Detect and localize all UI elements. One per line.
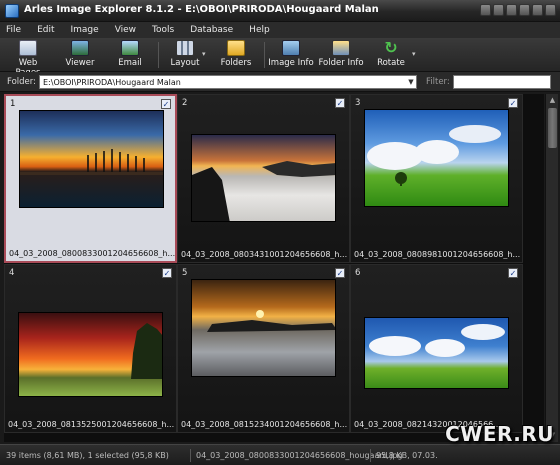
app-icon xyxy=(5,4,19,18)
menu-file[interactable]: File xyxy=(6,25,21,35)
help-window-icon[interactable] xyxy=(480,4,491,16)
status-bar: 39 items (8,61 MB), 1 selected (95,8 KB)… xyxy=(0,444,560,465)
scrollbar-thumb[interactable] xyxy=(548,108,557,148)
layout-label: Layout xyxy=(170,58,200,68)
thumbnail-filename: 04_03_2008_0813525001204656608_h... xyxy=(8,420,174,429)
thumbnail-image xyxy=(19,110,164,208)
folder-info-icon xyxy=(332,40,350,56)
thumbnail-filename: 04_03_2008_0800833001204656608_h... xyxy=(9,249,175,258)
viewer-label: Viewer xyxy=(65,58,95,68)
folder-info-label: Folder Info xyxy=(318,58,364,68)
watermark-logo: CWER.RU xyxy=(445,422,554,446)
folder-icon xyxy=(227,40,245,56)
image-info-icon xyxy=(282,40,300,56)
thumbnail-image xyxy=(364,317,509,389)
maximize-window-icon[interactable] xyxy=(532,4,543,16)
thumbnail-filename: 04_03_2008_0803431001204656608_h... xyxy=(181,250,347,259)
folders-button[interactable]: Folders xyxy=(214,40,258,70)
thumbnail-number: 2 xyxy=(182,98,188,108)
image-info-button[interactable]: Image Info xyxy=(268,40,314,70)
menu-edit[interactable]: Edit xyxy=(37,25,54,35)
folders-label: Folders xyxy=(220,58,252,68)
thumbnail-item[interactable]: 1 ✓ 04_03_2008_0800833001204656608_h... xyxy=(4,94,177,263)
thumbnail-item[interactable]: 4 ✓ 04_03_2008_0813525001204656608_h... xyxy=(4,264,177,433)
web-pages-icon xyxy=(19,40,37,56)
rotate-icon: ↻ xyxy=(384,38,398,57)
folder-info-button[interactable]: Folder Info xyxy=(318,40,364,70)
close-window-icon[interactable] xyxy=(545,4,556,16)
thumbnail-item[interactable]: 2 ✓ 04_03_2008_0803431001204656608_h... xyxy=(177,94,350,263)
status-filename: 04_03_2008_0800833001204656608_hougaard.… xyxy=(196,451,403,460)
email-icon xyxy=(121,40,139,56)
status-separator xyxy=(190,449,191,462)
layout-icon xyxy=(176,40,194,56)
menu-view[interactable]: View xyxy=(115,25,136,35)
thumbnail-checkbox[interactable]: ✓ xyxy=(161,99,171,109)
thumbnail-filename: 04_03_2008_0815234001204656608_h... xyxy=(181,420,347,429)
thumbnail-checkbox[interactable]: ✓ xyxy=(335,268,345,278)
image-info-label: Image Info xyxy=(268,58,314,68)
menu-tools[interactable]: Tools xyxy=(152,25,174,35)
scroll-up-icon[interactable]: ▲ xyxy=(548,96,557,105)
title-bar: Arles Image Explorer 8.1.2 - E:\OBOI\PRI… xyxy=(0,0,560,22)
window-title: Arles Image Explorer 8.1.2 - E:\OBOI\PRI… xyxy=(24,4,379,15)
menu-window-icon[interactable] xyxy=(493,4,504,16)
viewer-button[interactable]: Viewer xyxy=(60,40,100,70)
viewer-icon xyxy=(71,40,89,56)
thumbnail-filename: 04_03_2008_0808981001204656608_h... xyxy=(354,250,520,259)
restore-window-icon[interactable] xyxy=(506,4,517,16)
thumbnail-checkbox[interactable]: ✓ xyxy=(162,268,172,278)
address-bar: Folder: ▼ Filter: xyxy=(0,72,560,92)
minimize-window-icon[interactable] xyxy=(519,4,530,16)
folder-path-input[interactable] xyxy=(39,75,417,89)
web-pages-button[interactable]: Web Pages xyxy=(6,40,50,78)
folder-dropdown-icon[interactable]: ▼ xyxy=(406,76,416,88)
thumbnail-checkbox[interactable]: ✓ xyxy=(335,98,345,108)
email-label: Email xyxy=(118,58,142,68)
toolbar: Web Pages Viewer Email Layout ▾ Folders … xyxy=(0,38,560,78)
thumbnail-item[interactable]: 3 ✓ 04_03_2008_0808981001204656608_h... xyxy=(350,94,523,263)
window-buttons xyxy=(480,4,556,16)
thumbnail-item[interactable]: 6 ✓ 04_03_2008_08214320012046566... xyxy=(350,264,523,433)
thumbnail-image xyxy=(191,279,336,377)
email-button[interactable]: Email xyxy=(110,40,150,70)
layout-button[interactable]: Layout xyxy=(166,40,204,70)
thumbnail-number: 4 xyxy=(9,268,15,278)
thumbnail-grid: 1 ✓ 04_03_2008_0800833001204656608_h... … xyxy=(4,94,544,442)
rotate-label: Rotate xyxy=(377,58,405,68)
thumbnail-checkbox[interactable]: ✓ xyxy=(508,98,518,108)
filter-input[interactable] xyxy=(453,75,551,89)
status-file-info: 95,8 KB, 07.03. xyxy=(376,451,438,460)
thumbnail-item[interactable]: 5 ✓ 04_03_2008_0815234001204656608_h... xyxy=(177,264,350,433)
folder-label: Folder: xyxy=(7,77,36,87)
rotate-dropdown-icon[interactable]: ▾ xyxy=(412,50,416,58)
menu-database[interactable]: Database xyxy=(190,25,233,35)
menu-image[interactable]: Image xyxy=(71,25,99,35)
filter-label: Filter: xyxy=(426,77,450,87)
status-counts: 39 items (8,61 MB), 1 selected (95,8 KB) xyxy=(6,451,169,460)
status-separator xyxy=(370,449,371,462)
thumbnail-checkbox[interactable]: ✓ xyxy=(508,268,518,278)
thumbnail-number: 6 xyxy=(355,268,361,278)
thumbnail-image xyxy=(18,312,163,397)
rotate-button[interactable]: ↻ Rotate xyxy=(372,40,410,70)
toolbar-separator xyxy=(158,42,159,68)
toolbar-separator xyxy=(264,42,265,68)
menu-help[interactable]: Help xyxy=(249,25,270,35)
layout-dropdown-icon[interactable]: ▾ xyxy=(202,50,206,58)
thumbnail-image xyxy=(364,109,509,207)
thumbnail-image xyxy=(191,134,336,222)
thumbnail-number: 3 xyxy=(355,98,361,108)
thumbnail-number: 1 xyxy=(10,99,16,109)
thumbnail-number: 5 xyxy=(182,268,188,278)
menu-bar: File Edit Image View Tools Database Help xyxy=(0,22,560,38)
vertical-scrollbar[interactable]: ▲ ▼ xyxy=(545,94,558,442)
